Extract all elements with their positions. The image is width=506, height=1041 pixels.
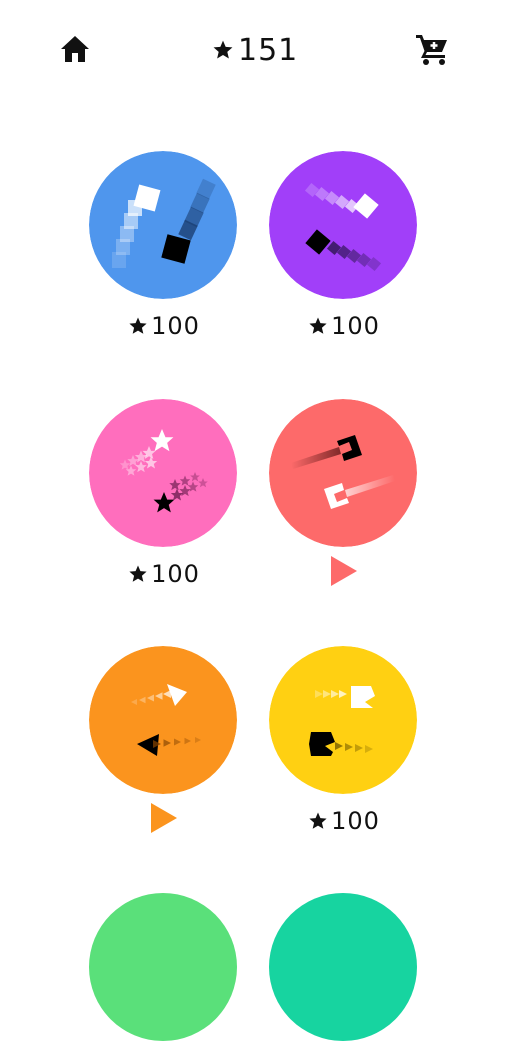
skin-circle[interactable] [269,399,417,547]
home-icon[interactable] [58,33,92,65]
skin-card-partial-teal [269,893,419,1041]
skin-circle[interactable] [89,151,237,299]
star-icon [129,317,147,334]
star-icon [309,812,327,829]
star-icon [309,317,327,334]
skin-circle[interactable] [89,399,237,547]
price-value: 100 [331,807,380,835]
skin-circle[interactable] [269,151,417,299]
skin-card-diamond-trail: 100 [269,151,419,340]
diamond-trail-icon [269,151,417,299]
skin-card-pacman-trail: 100 [269,646,419,835]
skin-card-partial-green [89,893,239,1041]
skin-card-bracket-trail [269,399,419,586]
price-value: 100 [331,312,380,340]
price-button[interactable]: 100 [89,557,239,591]
price-value: 100 [151,560,200,588]
price-button[interactable]: 100 [89,309,239,343]
skin-card-star-trail: 100 [89,399,239,588]
play-icon[interactable] [329,554,359,588]
price-value: 100 [151,312,200,340]
price-button[interactable]: 100 [269,309,419,343]
square-trail-icon [89,151,237,299]
star-trail-icon [89,399,237,547]
star-balance: 151 [212,30,298,70]
top-bar: 151 [0,0,506,100]
play-icon[interactable] [149,801,179,835]
skin-circle[interactable] [269,646,417,794]
pacman-trail-icon [269,646,417,794]
cart-icon[interactable] [414,32,450,66]
star-balance-value: 151 [238,32,299,68]
skin-card-arrow-trail [89,646,239,833]
skin-circle[interactable] [269,893,417,1041]
skin-circle[interactable] [89,646,237,794]
skin-card-square-trail: 100 [89,151,239,340]
star-icon [129,565,147,582]
skin-circle[interactable] [89,893,237,1041]
arrow-trail-icon [89,646,237,794]
bracket-trail-icon [269,399,417,547]
star-icon [213,40,233,59]
price-button[interactable]: 100 [269,804,419,838]
